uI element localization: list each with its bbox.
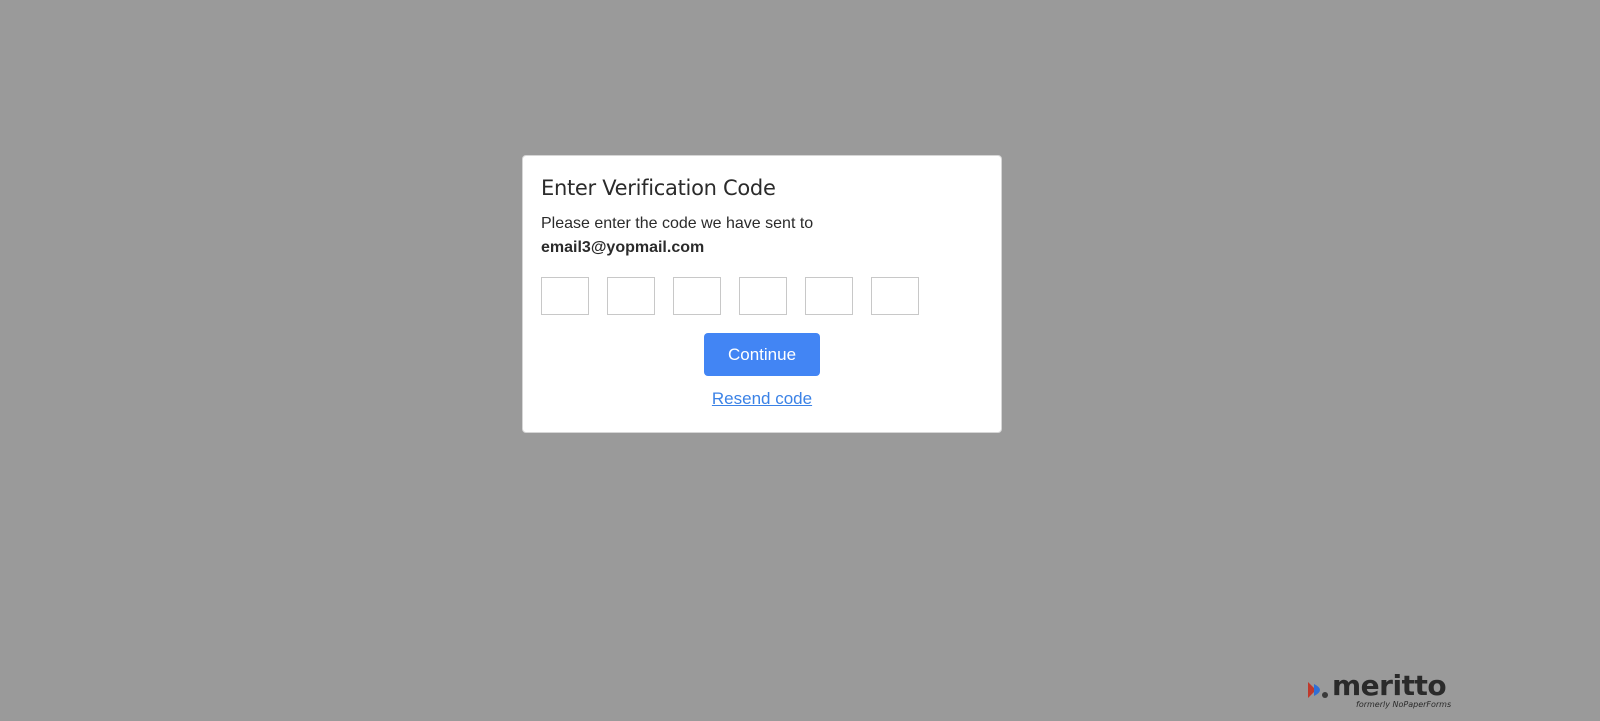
dialog-actions: Continue Resend code <box>541 333 983 409</box>
code-digit-4[interactable] <box>739 277 787 315</box>
message-text: Please enter the code we have sent to <box>541 215 814 232</box>
code-digit-3[interactable] <box>673 277 721 315</box>
code-digit-2[interactable] <box>607 277 655 315</box>
brand-logo: meritto formerly NoPaperForms <box>1306 669 1451 712</box>
email-address: email3@yopmail.com <box>541 239 705 256</box>
code-digit-5[interactable] <box>805 277 853 315</box>
code-digit-1[interactable] <box>541 277 589 315</box>
dialog-title: Enter Verification Code <box>541 176 776 200</box>
resend-code-link[interactable]: Resend code <box>712 389 812 409</box>
brand-mark-icon <box>1308 682 1328 698</box>
code-input-group <box>541 277 983 315</box>
dialog-message: Please enter the code we have sent to em… <box>541 212 983 260</box>
continue-button[interactable]: Continue <box>704 333 820 376</box>
verification-dialog: Enter Verification Code Please enter the… <box>522 155 1002 433</box>
brand-tagline: formerly NoPaperForms <box>1356 700 1452 709</box>
code-digit-6[interactable] <box>871 277 919 315</box>
brand-name: meritto <box>1332 669 1447 702</box>
